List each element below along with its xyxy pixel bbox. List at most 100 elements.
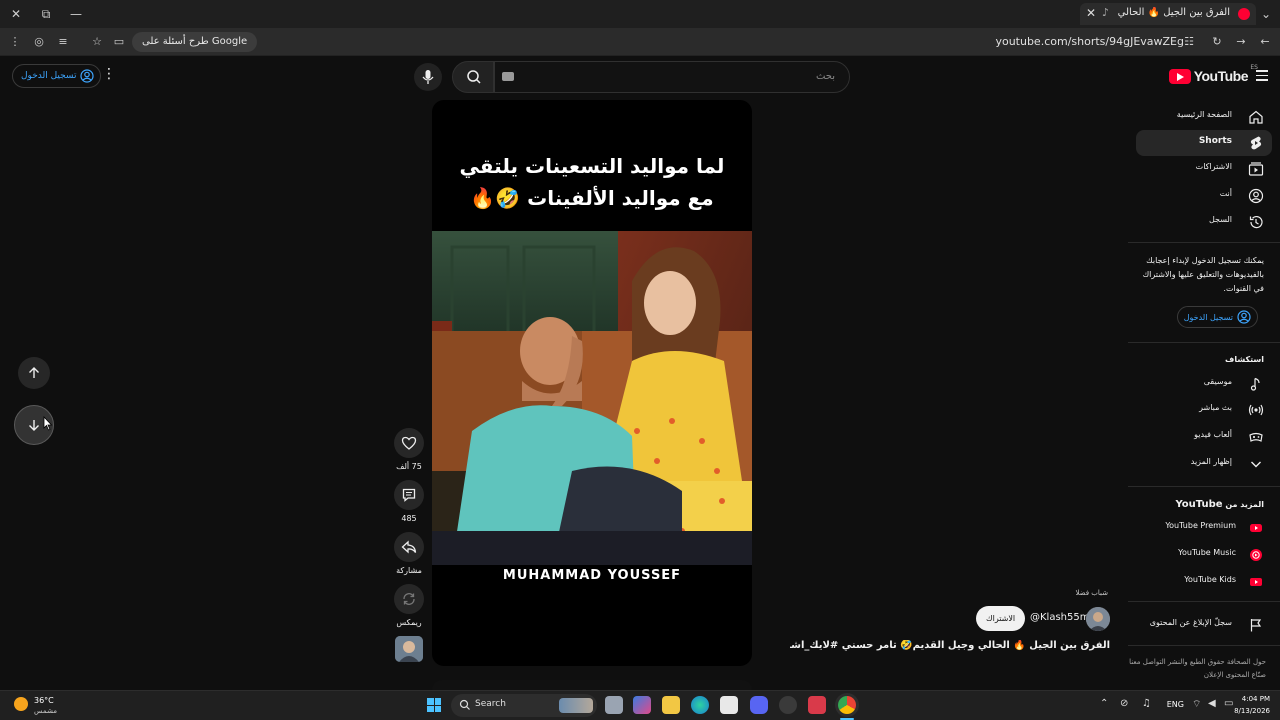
sidebar-footer-links[interactable]: حول الصحافة حقوق الطبع والنشر التواصل مع… bbox=[1126, 656, 1266, 682]
search-button[interactable] bbox=[452, 61, 494, 93]
shorts-icon bbox=[1250, 136, 1262, 150]
chrome-icon[interactable] bbox=[838, 696, 856, 714]
sidebar-item-shorts[interactable]: Shorts bbox=[1136, 130, 1272, 156]
shorts-video-player[interactable]: لما مواليد التسعينات يلتقي مع مواليد الأ… bbox=[432, 100, 752, 666]
weather-condition: مشمس bbox=[34, 707, 57, 715]
more-title-brand: YouTube bbox=[1175, 499, 1223, 510]
sidebar-signin-note: يمكنك تسجيل الدخول لإبداء إعجابك بالفيدي… bbox=[1142, 256, 1264, 293]
comments-button[interactable] bbox=[394, 480, 424, 510]
sidebar-item-youtube-premium[interactable]: YouTube Premium bbox=[1136, 515, 1272, 541]
voice-search-button[interactable] bbox=[414, 63, 442, 91]
gaming-icon bbox=[1249, 432, 1263, 442]
tray-overflow-chevron-icon[interactable]: ⌃ bbox=[1100, 698, 1108, 709]
sign-in-label: تسجيل الدخول bbox=[21, 71, 77, 81]
sun-icon bbox=[14, 697, 28, 711]
sidebar-item-label: ألعاب فيديو bbox=[1194, 430, 1232, 439]
audio-source-thumbnail[interactable] bbox=[395, 636, 423, 662]
sidebar-item-subscriptions[interactable]: الاشتراكات bbox=[1136, 156, 1272, 182]
browser-tab-strip: ✕ ⧉ — + ⌄ ✕ ♪ الفرق بين الجيل 🔥 الحالي و… bbox=[0, 0, 1280, 28]
previous-short-button[interactable] bbox=[18, 357, 50, 389]
sidebar-item-label: Shorts bbox=[1198, 136, 1232, 146]
file-explorer-icon[interactable] bbox=[662, 696, 680, 714]
account-icon bbox=[1237, 310, 1251, 324]
sidebar-item-youtube-music[interactable]: YouTube Music bbox=[1136, 542, 1272, 568]
next-short-preview[interactable] bbox=[432, 680, 752, 690]
youtube-music-icon bbox=[1250, 549, 1262, 561]
wifi-icon[interactable]: ⌔ bbox=[1192, 698, 1201, 711]
like-button[interactable] bbox=[394, 428, 424, 458]
task-view-icon[interactable] bbox=[605, 696, 623, 714]
ask-google-button[interactable]: طرح أسئلة على Google bbox=[132, 32, 258, 52]
sidebar-divider bbox=[1128, 342, 1280, 343]
sidebar-item-history[interactable]: السجل bbox=[1136, 209, 1272, 235]
sidebar-item-gaming[interactable]: ألعاب فيديو bbox=[1136, 424, 1272, 450]
tab-search-chevron-icon[interactable]: ⌄ bbox=[1258, 6, 1274, 22]
volume-icon[interactable]: ◀ bbox=[1208, 698, 1216, 709]
discord-icon[interactable] bbox=[750, 696, 768, 714]
mic-icon bbox=[422, 70, 434, 84]
sidebar-item-label: موسيقى bbox=[1203, 377, 1232, 386]
sidebar-item-music[interactable]: موسيقى bbox=[1136, 371, 1272, 397]
sidebar-item-you[interactable]: أنت bbox=[1136, 183, 1272, 209]
window-close-button[interactable]: ✕ bbox=[8, 6, 24, 22]
profile-icon[interactable]: ◎ bbox=[32, 35, 46, 49]
copilot-icon[interactable] bbox=[633, 696, 651, 714]
sidebar-item-label: إظهار المزيد bbox=[1190, 457, 1232, 466]
forward-icon[interactable]: → bbox=[1234, 35, 1248, 49]
browser-tab-active[interactable]: ✕ ♪ الفرق بين الجيل 🔥 الحالي وجيل القديم bbox=[1080, 3, 1256, 25]
store-icon[interactable] bbox=[720, 696, 738, 714]
reading-list-icon[interactable]: ≡ bbox=[56, 35, 70, 49]
sidebar-divider bbox=[1128, 242, 1280, 243]
tab-mute-icon[interactable]: ♪ bbox=[1102, 6, 1109, 19]
battery-icon[interactable]: ▭ bbox=[1224, 698, 1233, 709]
input-language[interactable]: ENG bbox=[1167, 700, 1184, 709]
start-button[interactable] bbox=[427, 698, 441, 712]
window-restore-button[interactable]: ⧉ bbox=[38, 6, 54, 22]
video-still-illustration bbox=[432, 231, 752, 565]
search-icon bbox=[459, 699, 470, 710]
tab-close-icon[interactable]: ✕ bbox=[1086, 6, 1096, 20]
sidebar-divider bbox=[1128, 601, 1280, 602]
channel-avatar[interactable] bbox=[1086, 607, 1110, 631]
chevron-down-icon bbox=[1251, 461, 1261, 468]
remix-button[interactable] bbox=[394, 584, 424, 614]
settings-more-icon[interactable]: ⋮ bbox=[102, 66, 116, 86]
taskbar-search[interactable]: Search bbox=[451, 694, 597, 717]
edge-icon[interactable] bbox=[691, 696, 709, 714]
channel-handle[interactable]: @Klash55m bbox=[1030, 612, 1089, 623]
comment-icon bbox=[402, 488, 416, 502]
tab-title: الفرق بين الجيل 🔥 الحالي وجيل القديم bbox=[1114, 7, 1230, 18]
window-minimize-button[interactable]: — bbox=[68, 6, 84, 22]
search-input[interactable]: بحث bbox=[494, 61, 850, 93]
pocket-app-icon[interactable] bbox=[808, 696, 826, 714]
install-app-icon[interactable]: ▭ bbox=[112, 35, 126, 49]
settings-gear-icon[interactable] bbox=[779, 696, 797, 714]
keyboard-icon[interactable] bbox=[502, 72, 514, 81]
mic-tray-icon[interactable]: ♫ bbox=[1142, 698, 1151, 709]
site-settings-icon[interactable]: ☷ bbox=[1182, 35, 1196, 49]
bookmark-star-icon[interactable]: ☆ bbox=[90, 35, 104, 49]
share-button[interactable] bbox=[394, 532, 424, 562]
reload-icon[interactable]: ↻ bbox=[1210, 35, 1224, 49]
arrow-down-icon bbox=[29, 420, 39, 431]
sidebar-item-youtube-kids[interactable]: YouTube Kids bbox=[1136, 569, 1272, 595]
avatar-image bbox=[1086, 607, 1110, 631]
sidebar-item-live[interactable]: بث مباشر bbox=[1136, 397, 1272, 423]
sidebar-item-report-history[interactable]: سجلّ الإبلاغ عن المحتوى bbox=[1136, 612, 1272, 638]
back-icon[interactable]: ← bbox=[1258, 35, 1272, 49]
video-title[interactable]: الفرق بين الجيل 🔥 الحالي وجيل القديم🤣 تا… bbox=[790, 640, 1110, 651]
sidebar-item-show-more[interactable]: إظهار المزيد bbox=[1136, 451, 1272, 477]
network-icon[interactable]: ⊘ bbox=[1120, 698, 1128, 709]
share-icon bbox=[401, 540, 417, 554]
url-field[interactable]: youtube.com/shorts/94gJEvawZEg bbox=[995, 35, 1184, 48]
taskbar-search-label: Search bbox=[475, 699, 506, 709]
system-clock[interactable]: 4:04 PM 8/13/2026 bbox=[1234, 693, 1270, 717]
sidebar-item-label: الصفحة الرئيسية bbox=[1176, 110, 1232, 119]
sidebar-item-home[interactable]: الصفحة الرئيسية bbox=[1136, 104, 1272, 130]
menu-vert-icon[interactable]: ⋮ bbox=[8, 35, 22, 49]
sidebar-sign-in-button[interactable]: تسجيل الدخول bbox=[1176, 306, 1258, 328]
youtube-logo[interactable]: YouTube ES bbox=[1168, 64, 1258, 84]
sign-in-button[interactable]: تسجيل الدخول bbox=[12, 64, 102, 88]
subscribe-button[interactable]: الاشتراك bbox=[976, 606, 1026, 631]
guide-menu-icon[interactable] bbox=[1256, 70, 1268, 81]
